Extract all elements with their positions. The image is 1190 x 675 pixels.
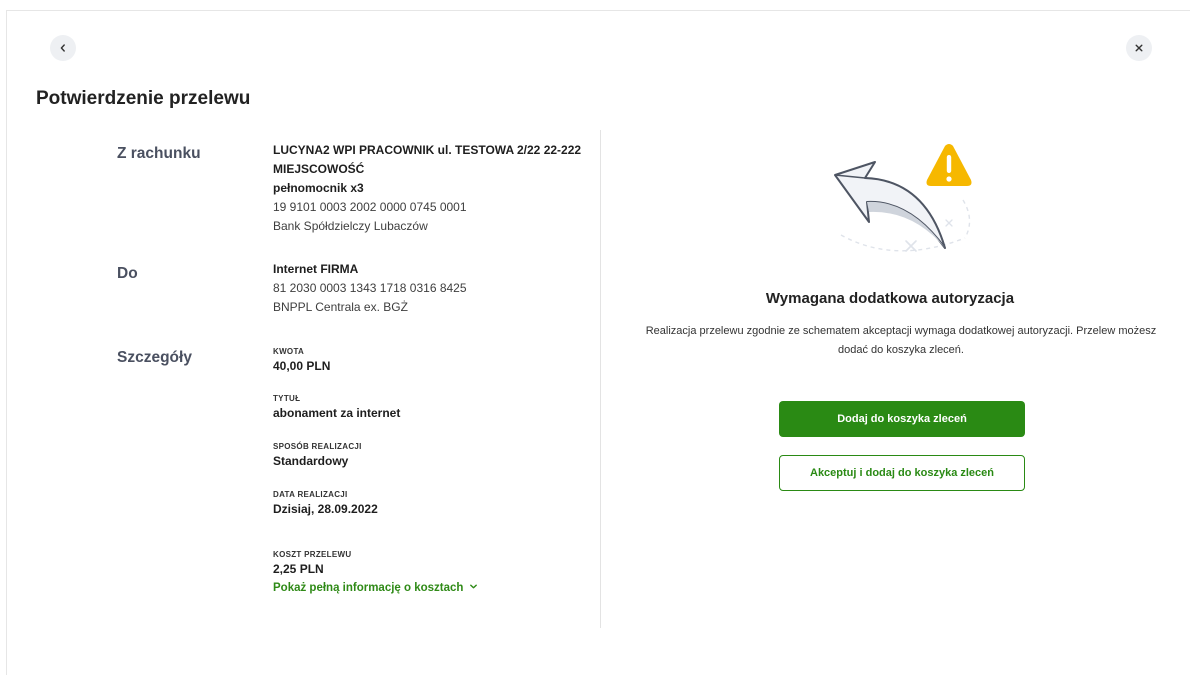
method-value: Standardowy bbox=[273, 454, 349, 468]
from-section-label: Z rachunku bbox=[117, 145, 201, 162]
details-section-label: Szczegóły bbox=[117, 349, 192, 366]
transfer-title-value: abonament za internet bbox=[273, 406, 401, 420]
method-field: SPOSÓB REALIZACJI Standardowy bbox=[273, 442, 362, 470]
chevron-down-icon bbox=[469, 579, 478, 598]
curved-arrow-warning-illustration bbox=[834, 144, 972, 252]
transfer-title-caption: TYTUŁ bbox=[273, 394, 301, 403]
add-to-basket-button[interactable]: Dodaj do koszyka zleceń bbox=[779, 401, 1025, 437]
authorization-illustration bbox=[825, 140, 975, 270]
to-name: Internet FIRMA bbox=[273, 262, 359, 276]
from-details: LUCYNA2 WPI PRACOWNIK ul. TESTOWA 2/22 2… bbox=[273, 141, 581, 236]
authorization-description: Realizacja przelewu zgodnie ze schematem… bbox=[645, 325, 1157, 356]
chevron-left-icon bbox=[58, 43, 68, 53]
to-section-label: Do bbox=[117, 265, 138, 282]
authorization-title: Wymagana dodatkowa autoryzacja bbox=[765, 290, 1015, 307]
from-account-number: 19 9101 0003 2002 0000 0745 0001 bbox=[273, 200, 467, 214]
warning-icon bbox=[926, 144, 972, 186]
cost-info-link[interactable]: Pokaż pełną informację o kosztach bbox=[273, 579, 478, 598]
from-bank-name: Bank Spółdzielczy Lubaczów bbox=[273, 219, 428, 233]
from-owner-line2: MIEJSCOWOŚĆ bbox=[273, 162, 365, 176]
date-caption: DATA REALIZACJI bbox=[273, 490, 348, 499]
cost-field: KOSZT PRZELEWU 2,25 PLN Pokaż pełną info… bbox=[273, 550, 478, 598]
amount-value: 40,00 PLN bbox=[273, 359, 331, 373]
column-divider bbox=[600, 130, 601, 628]
close-icon bbox=[1134, 43, 1144, 53]
cost-value: 2,25 PLN bbox=[273, 562, 324, 576]
to-account-number: 81 2030 0003 1343 1718 0316 8425 bbox=[273, 281, 467, 295]
to-bank-name: BNPPL Centrala ex. BGŻ bbox=[273, 300, 408, 314]
amount-field: KWOTA 40,00 PLN bbox=[273, 347, 330, 375]
date-field: DATA REALIZACJI Dzisiaj, 28.09.2022 bbox=[273, 490, 378, 518]
cost-caption: KOSZT PRZELEWU bbox=[273, 550, 352, 559]
title-field: TYTUŁ abonament za internet bbox=[273, 394, 400, 422]
cost-info-link-label: Pokaż pełną informację o kosztach bbox=[273, 582, 464, 594]
close-button[interactable] bbox=[1126, 35, 1152, 61]
back-button[interactable] bbox=[50, 35, 76, 61]
method-caption: SPOSÓB REALIZACJI bbox=[273, 442, 362, 451]
accept-and-add-to-basket-button[interactable]: Akceptuj i dodaj do koszyka zleceń bbox=[779, 455, 1025, 491]
amount-caption: KWOTA bbox=[273, 347, 305, 356]
from-owner-line1: LUCYNA2 WPI PRACOWNIK ul. TESTOWA 2/22 2… bbox=[273, 143, 582, 157]
from-role: pełnomocnik x3 bbox=[273, 181, 364, 195]
page-title: Potwierdzenie przelewu bbox=[36, 88, 251, 109]
date-value: Dzisiaj, 28.09.2022 bbox=[273, 502, 378, 516]
to-details: Internet FIRMA 81 2030 0003 1343 1718 03… bbox=[273, 260, 467, 317]
